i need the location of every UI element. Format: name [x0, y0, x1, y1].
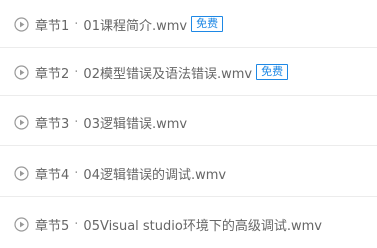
chapter-title[interactable]: 02模型错误及语法错误.wmv [83, 63, 252, 82]
chapter-row-4[interactable]: 章节4 · 04逻辑错误的调试.wmv [0, 149, 377, 197]
play-circle-icon [14, 16, 29, 32]
row-divider [0, 196, 377, 197]
chapter-label: 章节5 [35, 218, 70, 234]
chapter-row-2[interactable]: 章节2 · 02模型错误及语法错误.wmv 免费 [0, 48, 377, 96]
chapter-title[interactable]: 04逻辑错误的调试.wmv [83, 164, 226, 183]
chapter-label: 章节2 [35, 66, 70, 82]
chapter-row-5[interactable]: 章节5 · 05Visual studio环境下的高级调试.wmv [0, 200, 377, 248]
chapter-label: 章节3 [35, 116, 70, 132]
chapter-row-1[interactable]: 章节1 · 01课程简介.wmv 免费 [0, 0, 377, 48]
chapter-label: 章节1 [35, 18, 70, 34]
chapter-title[interactable]: 05Visual studio环境下的高级调试.wmv [83, 215, 322, 234]
chapter-title[interactable]: 03逻辑错误.wmv [83, 113, 187, 132]
row-divider [0, 95, 377, 96]
separator-dot: · [74, 114, 79, 130]
play-circle-icon [14, 165, 29, 181]
separator-dot: · [74, 216, 79, 232]
separator-dot: · [74, 16, 79, 32]
free-badge: 免费 [191, 16, 224, 32]
chapter-title[interactable]: 01课程简介.wmv [83, 15, 187, 34]
chapter-list: 章节1 · 01课程简介.wmv 免费 章节2 · 02模型错误及语法错误.wm… [0, 0, 377, 244]
separator-dot: · [74, 64, 79, 80]
separator-dot: · [74, 165, 79, 181]
play-circle-icon [14, 216, 29, 232]
chapter-label: 章节4 [35, 167, 70, 183]
play-circle-icon [14, 64, 29, 80]
play-circle-icon [14, 114, 29, 130]
chapter-row-3[interactable]: 章节3 · 03逻辑错误.wmv [0, 98, 377, 146]
row-divider [0, 145, 377, 146]
free-badge: 免费 [256, 64, 289, 80]
